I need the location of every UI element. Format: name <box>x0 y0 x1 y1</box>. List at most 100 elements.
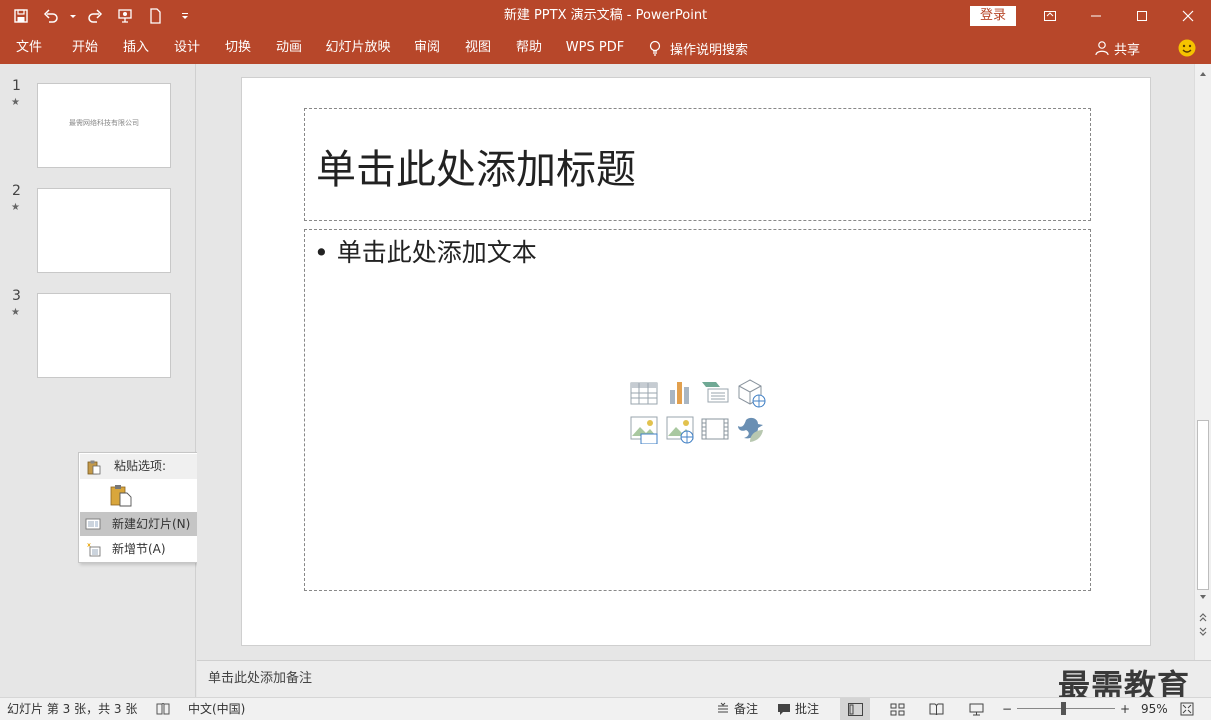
insert-chart-icon[interactable] <box>665 378 695 408</box>
new-slide-icon <box>85 518 101 530</box>
title-placeholder-text: 单击此处添加标题 <box>316 147 636 193</box>
next-slide-button[interactable] <box>1197 626 1209 638</box>
tab-insert[interactable]: 插入 <box>115 32 157 64</box>
reading-view-button[interactable] <box>921 698 951 720</box>
notes-icon <box>718 702 728 713</box>
customize-qat-button[interactable] <box>172 3 198 29</box>
insert-3d-model-icon[interactable] <box>736 378 766 408</box>
insert-icons-icon[interactable] <box>736 414 766 444</box>
vertical-scrollbar[interactable] <box>1194 64 1211 660</box>
zoom-level[interactable]: 95% <box>1141 698 1168 720</box>
close-button[interactable] <box>1165 0 1211 32</box>
animation-star-icon: ★ <box>11 97 20 108</box>
slide-sorter-view-button[interactable] <box>882 698 912 720</box>
insert-content-icons <box>629 378 771 446</box>
insert-picture-icon[interactable] <box>629 414 659 444</box>
comment-icon <box>778 704 790 715</box>
lightbulb-icon <box>649 40 661 56</box>
zoom-out-button[interactable]: − <box>1002 698 1012 720</box>
new-slide-menu-item[interactable]: 新建幻灯片(N) <box>80 512 213 536</box>
share-button[interactable]: 共享 <box>1094 32 1140 64</box>
ribbon-display-options-button[interactable] <box>1027 0 1073 32</box>
slide-number: 3 <box>12 288 21 304</box>
comments-toggle-button[interactable]: 批注 <box>777 698 819 720</box>
undo-dropdown-button[interactable] <box>68 3 78 29</box>
redo-icon <box>88 9 103 23</box>
title-bar: 新建 PPTX 演示文稿 - PowerPoint 登录 <box>0 0 1211 32</box>
paste-options-label: 粘贴选项: <box>114 459 167 473</box>
title-placeholder[interactable]: 单击此处添加标题 <box>304 108 1091 221</box>
tab-file[interactable]: 文件 <box>8 32 50 64</box>
slide-thumbnail-2[interactable] <box>37 188 171 273</box>
slide-canvas[interactable]: 单击此处添加标题 • 单击此处添加文本 <box>241 77 1151 646</box>
minimize-icon <box>1091 15 1101 17</box>
paste-options-header: 粘贴选项: <box>80 454 213 479</box>
insert-online-picture-icon[interactable] <box>665 414 695 444</box>
fit-to-window-button[interactable] <box>1180 698 1194 720</box>
new-file-button[interactable] <box>142 3 168 29</box>
slide-thumbnail-3[interactable] <box>37 293 171 378</box>
tell-me-search[interactable]: 操作说明搜索 <box>648 32 748 64</box>
zoom-in-button[interactable]: + <box>1120 698 1130 720</box>
notes-placeholder: 单击此处添加备注 <box>208 671 313 686</box>
slide-number: 2 <box>12 183 21 199</box>
chevron-down-icon <box>70 15 76 18</box>
new-slide-label: 新建幻灯片(N) <box>112 517 191 531</box>
tab-review[interactable]: 审阅 <box>406 32 448 64</box>
ribbon-tab-bar: 文件 开始 插入 设计 切换 动画 幻灯片放映 审阅 视图 帮助 WPS PDF… <box>0 32 1211 64</box>
feedback-smiley-icon[interactable] <box>1178 39 1196 57</box>
tab-design[interactable]: 设计 <box>166 32 208 64</box>
slide-thumbnail-1[interactable]: 最需网络科技有限公司 <box>37 83 171 168</box>
start-slideshow-button[interactable] <box>112 3 138 29</box>
tab-transitions[interactable]: 切换 <box>217 32 259 64</box>
insert-table-icon[interactable] <box>629 378 659 408</box>
slideshow-view-button[interactable] <box>961 698 991 720</box>
add-section-menu-item[interactable]: 新增节(A) <box>80 537 213 561</box>
scrollbar-thumb[interactable] <box>1197 420 1209 590</box>
content-placeholder[interactable]: • 单击此处添加文本 <box>304 229 1091 591</box>
zoom-slider-track[interactable] <box>1017 708 1115 709</box>
tab-home[interactable]: 开始 <box>64 32 106 64</box>
slideshow-icon <box>118 9 132 23</box>
tab-view[interactable]: 视图 <box>457 32 499 64</box>
login-button[interactable]: 登录 <box>970 6 1016 26</box>
paste-keep-theme-icon[interactable] <box>109 483 133 507</box>
new-file-icon <box>150 8 161 24</box>
insert-video-icon[interactable] <box>700 414 730 444</box>
scroll-down-button[interactable] <box>1197 591 1209 603</box>
scroll-up-button[interactable] <box>1197 68 1209 80</box>
add-section-label: 新增节(A) <box>112 542 166 556</box>
undo-button[interactable] <box>38 3 64 29</box>
content-placeholder-text: • 单击此处添加文本 <box>314 238 537 267</box>
slide-number: 1 <box>12 78 21 94</box>
tell-me-label: 操作说明搜索 <box>670 42 749 58</box>
previous-slide-button[interactable] <box>1197 611 1209 623</box>
slide-thumbnail-pane[interactable]: 1 ★ 最需网络科技有限公司 2 ★ 3 ★ <box>0 64 196 697</box>
accessibility-check-button[interactable] <box>156 698 170 720</box>
animation-star-icon: ★ <box>11 307 20 318</box>
notes-toggle-button[interactable]: 备注 <box>716 698 758 720</box>
fit-window-icon <box>1180 702 1194 716</box>
redo-button[interactable] <box>82 3 108 29</box>
undo-icon <box>43 9 58 23</box>
animation-star-icon: ★ <box>11 202 20 213</box>
ribbon-options-icon <box>1044 11 1056 21</box>
zoom-slider-thumb[interactable] <box>1061 702 1066 715</box>
comments-toggle-label: 批注 <box>795 702 820 716</box>
tab-help[interactable]: 帮助 <box>508 32 550 64</box>
insert-smartart-icon[interactable] <box>700 378 730 408</box>
save-button[interactable] <box>8 3 34 29</box>
slide-count-status: 幻灯片 第 3 张，共 3 张 <box>7 702 138 716</box>
chevron-down-icon <box>182 13 188 19</box>
clipboard-icon <box>87 460 101 475</box>
normal-view-button[interactable] <box>840 698 870 720</box>
maximize-button[interactable] <box>1119 0 1165 32</box>
arrow-up-icon <box>1200 72 1206 76</box>
tab-animations[interactable]: 动画 <box>268 32 310 64</box>
double-chevron-up-icon <box>1199 613 1207 622</box>
tab-slideshow[interactable]: 幻灯片放映 <box>322 32 394 64</box>
quick-access-toolbar <box>8 0 198 32</box>
minimize-button[interactable] <box>1073 0 1119 32</box>
language-status[interactable]: 中文(中国) <box>188 698 245 720</box>
tab-wps-pdf[interactable]: WPS PDF <box>562 32 628 64</box>
